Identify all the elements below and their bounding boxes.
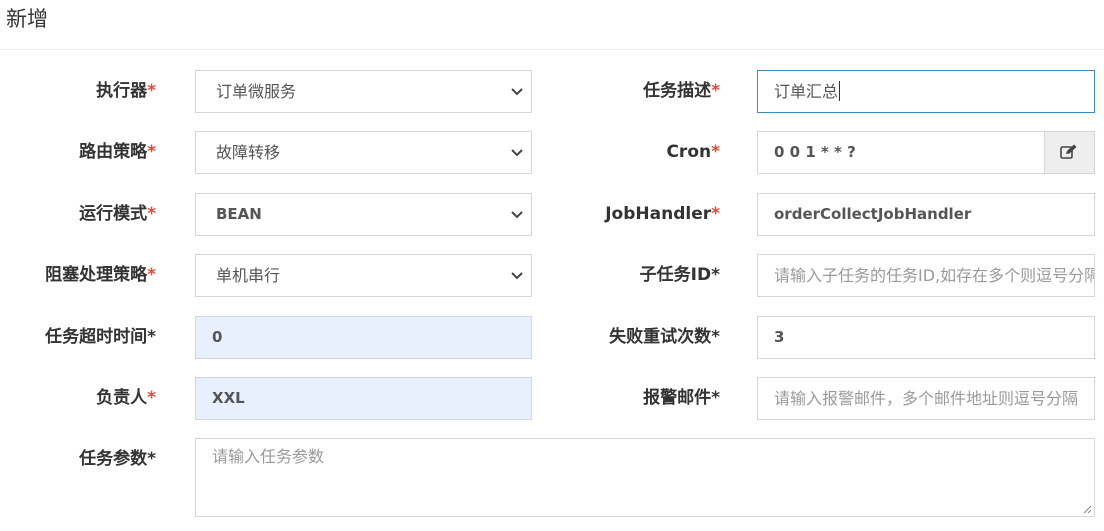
author-label: 负责人*	[96, 388, 156, 408]
alarm-email-label: 报警邮件*	[643, 388, 720, 408]
modal-title: 新增	[6, 7, 48, 31]
job-handler-input[interactable]: orderCollectJobHandler	[757, 193, 1095, 236]
chevron-down-icon	[511, 211, 523, 219]
edit-icon	[1060, 144, 1077, 159]
child-job-id-input[interactable]: 请输入子任务的任务ID,如存在多个则逗号分隔	[757, 254, 1095, 297]
retry-count-label: 失败重试次数*	[609, 327, 720, 347]
route-strategy-select[interactable]: 故障转移	[195, 131, 532, 174]
chevron-down-icon	[511, 272, 523, 280]
text-caret	[839, 81, 841, 101]
resize-handle-icon[interactable]	[1082, 504, 1092, 514]
run-mode-select[interactable]: BEAN	[195, 193, 532, 236]
child-job-id-label: 子任务ID*	[639, 265, 720, 285]
alarm-email-input[interactable]: 请输入报警邮件，多个邮件地址则逗号分隔	[757, 377, 1095, 420]
job-param-label: 任务参数*	[79, 449, 156, 469]
job-desc-label: 任务描述*	[643, 81, 720, 101]
run-mode-label: 运行模式*	[79, 204, 156, 224]
block-strategy-select[interactable]: 单机串行	[195, 254, 532, 297]
cron-input[interactable]: 0 0 1 * * ?	[757, 131, 1095, 174]
executor-select[interactable]: 订单微服务	[195, 70, 532, 113]
cron-edit-button[interactable]	[1044, 132, 1094, 173]
route-strategy-label: 路由策略*	[79, 142, 156, 162]
job-desc-input[interactable]: 订单汇总	[757, 70, 1095, 113]
chevron-down-icon	[511, 88, 523, 96]
block-strategy-label: 阻塞处理策略*	[45, 265, 156, 285]
cron-label: Cron*	[666, 142, 720, 162]
modal-header: 新增	[0, 0, 1104, 50]
timeout-label: 任务超时时间*	[45, 327, 156, 347]
chevron-down-icon	[511, 149, 523, 157]
job-param-textarea[interactable]: 请输入任务参数	[195, 438, 1095, 517]
author-input[interactable]: XXL	[195, 377, 532, 420]
job-handler-label: JobHandler*	[605, 204, 720, 224]
timeout-input[interactable]: 0	[195, 316, 532, 359]
executor-label: 执行器*	[96, 81, 156, 101]
retry-count-input[interactable]: 3	[757, 316, 1095, 359]
